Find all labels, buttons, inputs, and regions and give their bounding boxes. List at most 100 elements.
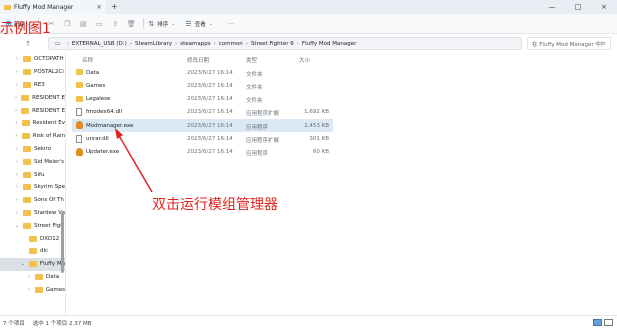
chevron-right-icon[interactable]: › bbox=[14, 108, 18, 114]
column-header-name[interactable]: 名称 bbox=[82, 56, 93, 64]
file-row[interactable]: unrar.dll 2023/6/27 16:14 应用程序扩展 301 KB bbox=[72, 133, 333, 146]
navigation-pane: › OCTOPATH › POSTAL2Ci › RE3 › RESIDENT E › RESID… bbox=[0, 53, 66, 314]
nav-item[interactable]: › Data bbox=[0, 271, 65, 284]
new-tab-button[interactable]: + bbox=[111, 2, 118, 11]
nav-item[interactable]: › Sekiro bbox=[0, 143, 65, 156]
file-type: 文件夹 bbox=[246, 98, 263, 105]
nav-item[interactable]: › Skyrim Spe bbox=[0, 181, 65, 194]
up-arrow-icon[interactable]: ↑ bbox=[22, 40, 34, 48]
breadcrumb-common[interactable]: common bbox=[219, 41, 243, 47]
nav-item[interactable]: › RESIDENT E bbox=[0, 104, 65, 117]
nav-item[interactable]: › RE3 bbox=[0, 79, 65, 92]
command-bar: ⊕ 新建 ⌄ ✂ ❐ ▤ ▭ ⇪ 🗑 ⇅ 排序 ⌄ ☰ 查看 ⌄ ··· bbox=[0, 14, 617, 34]
nav-item[interactable]: › Resident Ev bbox=[0, 117, 65, 130]
copy-icon[interactable]: ❐ bbox=[59, 20, 75, 28]
minimize-button[interactable]: — bbox=[539, 0, 565, 14]
file-row[interactable]: Modmanager.exe 2023/6/27 16:14 应用程序 2,453 K… bbox=[72, 119, 333, 133]
file-size: 2,453 KB bbox=[304, 122, 329, 129]
close-window-button[interactable]: × bbox=[591, 0, 617, 14]
chevron-right-icon[interactable]: › bbox=[14, 172, 20, 178]
search-input[interactable]: 在 Fluffy Mod Manager 中搜索 bbox=[532, 40, 603, 48]
toolbar-divider bbox=[143, 18, 145, 29]
nav-item-label: RESIDENT E bbox=[32, 94, 65, 101]
nav-item[interactable]: › Games bbox=[0, 283, 65, 296]
nav-item[interactable]: › Sons Of Th bbox=[0, 194, 65, 207]
search-box[interactable]: 在 Fluffy Mod Manager 中搜索 ⌕ bbox=[527, 37, 611, 50]
file-name: fmodex64.dll bbox=[86, 109, 122, 116]
view-icon: ☰ bbox=[185, 19, 192, 28]
breadcrumb-steamlibrary[interactable]: SteamLibrary bbox=[135, 41, 172, 47]
chevron-right-icon[interactable]: › bbox=[26, 274, 32, 280]
nav-item[interactable]: › RESIDENT E bbox=[0, 91, 65, 104]
folder-icon bbox=[22, 209, 31, 216]
column-header-type[interactable]: 类型 bbox=[246, 56, 257, 64]
folder-icon bbox=[23, 145, 31, 152]
close-tab-icon[interactable]: × bbox=[96, 3, 102, 11]
chevron-right-icon[interactable]: › bbox=[14, 82, 20, 88]
file-row[interactable]: Data 2023/6/27 16:14 文件夹 bbox=[72, 66, 333, 79]
dll-file-icon bbox=[76, 134, 82, 143]
folder-icon bbox=[23, 197, 31, 204]
chevron-right-icon[interactable]: › bbox=[14, 197, 20, 203]
delete-icon[interactable]: 🗑 bbox=[123, 20, 139, 28]
chevron-right-icon[interactable]: › bbox=[26, 287, 32, 293]
nav-item-label: Data bbox=[46, 273, 60, 280]
folder-icon bbox=[21, 107, 30, 114]
nav-item[interactable]: dlc bbox=[0, 245, 65, 258]
chevron-right-icon[interactable]: › bbox=[14, 210, 20, 216]
nav-item[interactable]: › Sid Meier's bbox=[0, 155, 65, 168]
nav-item-label: Resident Ev bbox=[32, 120, 65, 127]
sort-button[interactable]: ⇅ 排序 ⌄ bbox=[148, 20, 175, 28]
chevron-right-icon[interactable]: › bbox=[14, 159, 20, 165]
drive-icon: ▭ bbox=[55, 40, 61, 47]
details-view-icon[interactable] bbox=[593, 319, 602, 326]
nav-item[interactable]: › Sifu bbox=[0, 168, 65, 181]
folder-icon bbox=[23, 81, 31, 88]
folder-icon bbox=[21, 94, 30, 101]
nav-item[interactable]: › POSTAL2Ci bbox=[0, 66, 65, 79]
column-header-date[interactable]: 修改日期 bbox=[187, 56, 209, 64]
view-button[interactable]: ☰ 查看 ⌄ bbox=[185, 20, 213, 28]
nav-item[interactable]: › Stardew Va bbox=[0, 207, 65, 220]
breadcrumb-drive[interactable]: EXTERNAL_USB (D:) bbox=[72, 41, 127, 47]
rename-icon[interactable]: ▭ bbox=[91, 20, 107, 28]
chevron-right-icon[interactable]: › bbox=[14, 184, 20, 190]
nav-item[interactable]: ⌄ Fluffy Ma bbox=[0, 257, 65, 271]
nav-item[interactable]: DXD12 bbox=[0, 232, 65, 245]
paste-icon[interactable]: ▤ bbox=[75, 20, 91, 28]
nav-item[interactable]: › OCTOPATH bbox=[0, 53, 65, 66]
status-bar: 7 个项目 选中 1 个项目 2.37 MB bbox=[0, 315, 617, 329]
more-options-icon[interactable]: ··· bbox=[223, 20, 239, 28]
nav-item-label: OCTOPATH bbox=[34, 56, 64, 63]
chevron-right-icon[interactable]: › bbox=[14, 95, 18, 101]
chevron-right-icon[interactable]: › bbox=[14, 120, 19, 126]
folder-icon bbox=[21, 133, 30, 140]
share-icon[interactable]: ⇪ bbox=[107, 20, 123, 28]
chevron-right-icon[interactable]: › bbox=[14, 133, 19, 139]
nav-item-label: RESIDENT E bbox=[32, 107, 65, 114]
file-row[interactable]: Legalese 2023/6/27 16:14 文件夹 bbox=[72, 93, 333, 106]
chevron-down-icon[interactable]: ⌄ bbox=[20, 261, 26, 267]
address-bar[interactable]: ▭ › EXTERNAL_USB (D:) › SteamLibrary › s… bbox=[48, 37, 522, 50]
chevron-down-icon[interactable]: ⌄ bbox=[14, 223, 20, 229]
breadcrumb-street-fighter-6[interactable]: Street Fighter 6 bbox=[251, 41, 294, 47]
chevron-right-icon[interactable]: › bbox=[14, 69, 20, 75]
column-header-size[interactable]: 大小 bbox=[299, 56, 310, 64]
file-name: Games bbox=[86, 82, 106, 89]
nav-item[interactable]: › Risk of Rain bbox=[0, 130, 65, 143]
file-row[interactable]: fmodex64.dll 2023/6/27 16:14 应用程序扩展 1,692 K… bbox=[72, 106, 333, 119]
breadcrumb-steamapps[interactable]: steamapps bbox=[180, 41, 210, 47]
chevron-right-icon[interactable]: › bbox=[14, 146, 20, 152]
tiles-view-icon[interactable] bbox=[604, 319, 613, 326]
nav-scrollbar[interactable] bbox=[61, 213, 64, 273]
breadcrumb-fluffy-mod-manager[interactable]: Fluffy Mod Manager bbox=[302, 41, 356, 47]
exe-icon bbox=[76, 121, 83, 130]
chevron-right-icon[interactable]: › bbox=[14, 56, 20, 62]
maximize-button[interactable]: □ bbox=[565, 0, 591, 14]
file-type: 文件夹 bbox=[246, 84, 263, 91]
window-tab[interactable]: Fluffy Mod Manager × bbox=[0, 0, 106, 14]
file-row[interactable]: Games 2023/6/27 16:14 文件夹 bbox=[72, 79, 333, 92]
nav-item[interactable]: ⌄ Street Figh bbox=[0, 219, 65, 232]
file-row[interactable]: Updater.exe 2023/6/27 16:14 应用程序 60 KB bbox=[72, 146, 333, 159]
nav-item-label: DXD12 bbox=[40, 235, 60, 242]
